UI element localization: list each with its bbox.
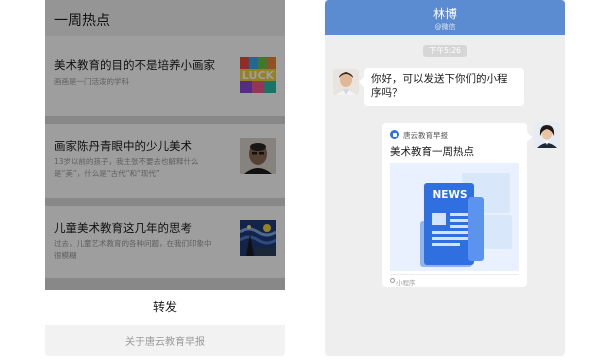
mini-program-card[interactable]: 唐云教育早报 美术教育一周热点 NEWS 小程序 [382, 123, 532, 287]
news-newspaper-icon [420, 173, 512, 267]
mini-program-title: 美术教育一周热点 [390, 146, 474, 158]
mini-program-cover: NEWS [390, 163, 519, 271]
mini-program-footer: 小程序 [396, 279, 416, 287]
contact-name: 林博 [432, 7, 457, 21]
mini-program-link-icon [390, 278, 395, 283]
forward-button[interactable]: 转发 [45, 290, 285, 325]
about-button[interactable]: 关于唐云教育早报 [45, 329, 285, 356]
action-sheet: 转发 关于唐云教育早报 [45, 290, 285, 356]
message-timestamp: 下午5:26 [423, 45, 467, 57]
dim-overlay[interactable] [45, 0, 285, 290]
mini-program-logo-icon [390, 130, 399, 139]
share-screen: 一周热点 美术教育的目的不是培养小画家 画画是一门活泼的学科 LUCK 画家陈丹… [45, 0, 285, 356]
message-bubble[interactable]: 你好，可以发送下你们的小程序吗？ [359, 68, 524, 106]
mini-program-source: 唐云教育早报 [403, 131, 448, 140]
my-avatar[interactable] [534, 122, 560, 148]
chat-header: 林博 @微信 [325, 0, 565, 35]
card-divider [390, 274, 519, 275]
contact-avatar[interactable] [333, 69, 359, 95]
chat-screen: 林博 @微信 下午5:26 你好，可以发送下你们的小程序吗？ 唐云教育早报 美术… [325, 0, 565, 356]
contact-subtitle: @微信 [434, 23, 456, 31]
news-label: NEWS [432, 189, 468, 201]
